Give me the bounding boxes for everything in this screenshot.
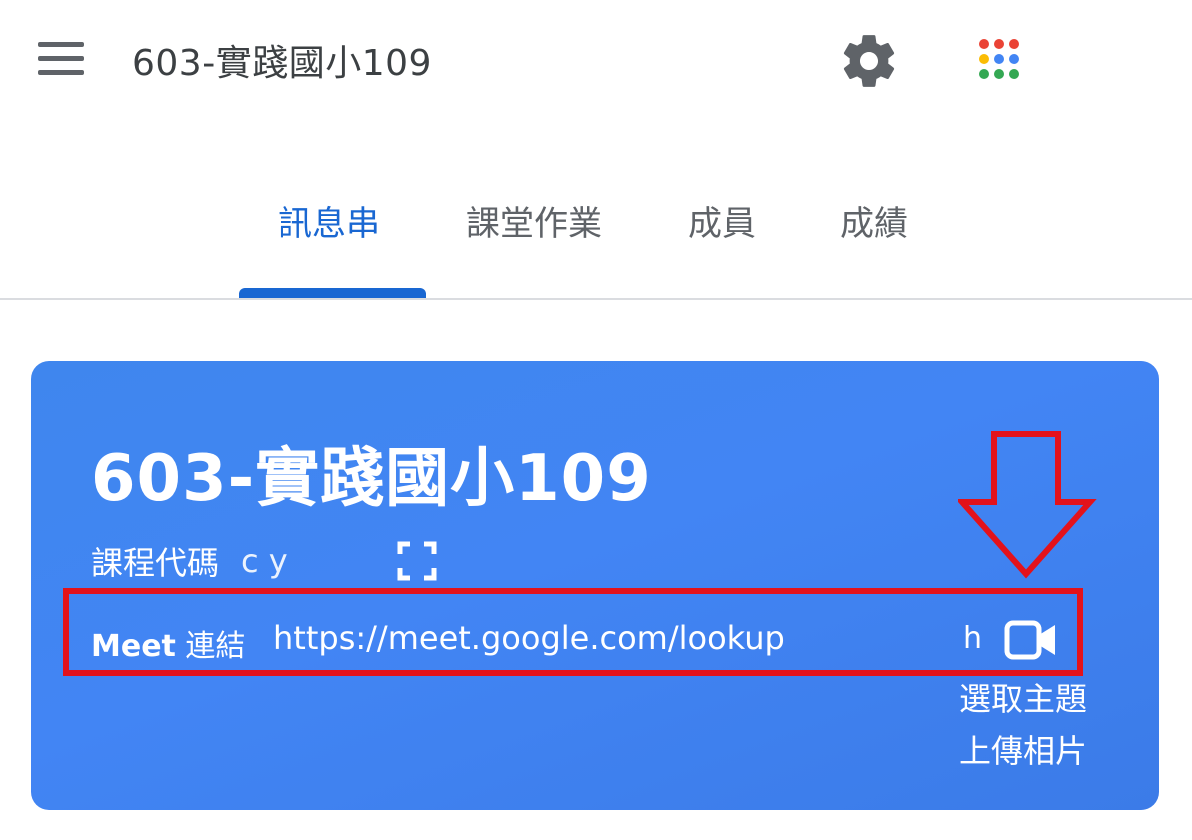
apps-grid-dot [979,54,989,64]
apps-grid-dot [1009,69,1019,79]
class-tabs: 訊息串 課堂作業 成員 成績 [0,180,1192,300]
apps-grid-dot [979,69,989,79]
hamburger-menu-icon[interactable] [36,38,86,78]
tab-classwork[interactable]: 課堂作業 [466,196,602,245]
apps-grid-dot [1009,39,1019,49]
banner-class-title: 603-實踐國小109 [91,442,652,516]
tab-people[interactable]: 成員 [688,196,756,245]
highlight-box-annotation [63,588,1083,676]
class-banner: 603-實踐國小109 課程代碼 c y Meet 連結 https://mee… [31,361,1159,810]
gear-icon[interactable] [838,30,900,92]
apps-grid-dot [994,69,1004,79]
class-code-label: 課程代碼 [91,544,220,582]
class-code-row: 課程代碼 c y [91,539,437,583]
down-arrow-outline-icon [955,430,1098,580]
apps-grid-dot [994,39,1004,49]
select-theme-link[interactable]: 選取主題 [959,673,1139,725]
fullscreen-icon[interactable] [397,541,437,581]
class-title[interactable]: 603-實踐國小109 [132,34,432,86]
banner-theme-actions: 選取主題 上傳相片 [959,673,1139,777]
google-apps-grid-icon[interactable] [970,30,1032,92]
upload-photo-link[interactable]: 上傳相片 [959,725,1139,777]
apps-grid-dot [979,39,989,49]
class-code-value: c y [241,542,288,580]
apps-grid-dot [994,54,1004,64]
tab-grades[interactable]: 成績 [840,196,908,245]
tabs-divider [0,298,1192,300]
tab-stream[interactable]: 訊息串 [278,196,380,245]
app-bar: 603-實踐國小109 [0,0,1192,120]
apps-grid-dot [1009,54,1019,64]
